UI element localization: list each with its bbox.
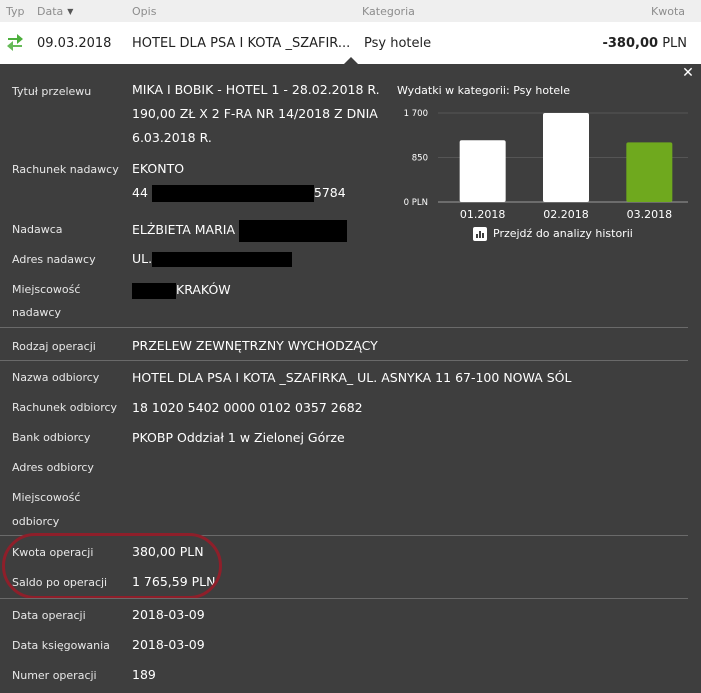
transaction-description: HOTEL DLA PSA I KOTA _SZAFIR...: [132, 36, 351, 51]
label-tytul: Tytuł przelewu: [12, 85, 92, 98]
transaction-details-panel: ✕ Tytuł przelewu MIKA I BOBIK - HOTEL 1 …: [0, 64, 701, 693]
transaction-currency: PLN: [662, 36, 687, 51]
value-rachunek-nadawcy: EKONTO 44 5784: [132, 157, 346, 205]
account-suffix: 5784: [313, 185, 346, 200]
redacted-block: [152, 252, 293, 267]
highlight-ellipse: [2, 533, 222, 599]
value-miejscowosc-nadawcy: KRAKÓW: [132, 278, 231, 302]
value-tytul-line1: MIKA I BOBIK - HOTEL 1 - 28.02.2018 R.: [132, 82, 380, 97]
label-miejscowosc-nadawcy-1: Miejscowość: [12, 283, 81, 296]
label-nadawca: Nadawca: [12, 223, 63, 236]
bar-01.2018[interactable]: [459, 140, 506, 202]
bar-chart-icon: [473, 227, 487, 241]
label-nazwa-odbiorcy: Nazwa odbiorcy: [12, 371, 100, 384]
label-rodzaj: Rodzaj operacji: [12, 340, 96, 353]
label-numer-operacji: Numer operacji: [12, 669, 97, 682]
value-miejscowosc-nadawcy-text: KRAKÓW: [176, 282, 231, 297]
history-analysis-link[interactable]: Przejdź do analizy historii: [473, 227, 633, 241]
divider: [0, 327, 688, 328]
label-adres-nadawcy: Adres nadawcy: [12, 253, 96, 266]
close-icon[interactable]: ✕: [681, 66, 695, 80]
spending-chart: 1 700 850 0 PLN 01.2018 02.2018 03.2018: [404, 109, 688, 221]
table-header: Typ Data ▼ Opis Kategoria Kwota: [0, 0, 701, 22]
redacted-block: [239, 219, 348, 242]
y-tick-label: 850: [412, 154, 428, 164]
bar-03.2018[interactable]: [626, 142, 673, 202]
value-rachunek-nadawcy-line2: 44 5784: [132, 181, 346, 205]
header-data[interactable]: Data ▼: [37, 5, 73, 18]
value-rachunek-nadawcy-line1: EKONTO: [132, 161, 185, 176]
header-typ[interactable]: Typ: [6, 5, 25, 18]
label-rachunek-odbiorcy: Rachunek odbiorcy: [12, 401, 118, 414]
value-nazwa-odbiorcy: HOTEL DLA PSA I KOTA _SZAFIRKA_ UL. ASNY…: [132, 370, 572, 385]
value-data-operacji: 2018-03-09: [132, 607, 205, 622]
y-tick-label: 1 700: [404, 109, 428, 119]
transfer-arrows-icon: [7, 34, 23, 51]
label-miejscowosc-odbiorcy-2: odbiorcy: [12, 515, 60, 528]
label-data-operacji: Data operacji: [12, 609, 86, 622]
x-tick-label: 01.2018: [460, 208, 506, 221]
label-miejscowosc-odbiorcy-1: Miejscowość: [12, 491, 81, 504]
label-bank-odbiorcy: Bank odbiorcy: [12, 431, 91, 444]
transaction-category[interactable]: Psy hotele: [364, 36, 431, 51]
value-adres-nadawcy-text: UL.: [132, 251, 153, 266]
bar-02.2018[interactable]: [543, 113, 589, 202]
value-bank-odbiorcy: PKOBP Oddział 1 w Zielonej Górze: [132, 430, 345, 445]
header-opis[interactable]: Opis: [132, 5, 156, 18]
account-prefix: 44: [132, 185, 148, 200]
sort-down-icon: ▼: [67, 7, 74, 16]
redacted-block: [132, 282, 176, 299]
history-analysis-link-label: Przejdź do analizy historii: [493, 227, 633, 240]
label-adres-odbiorcy: Adres odbiorcy: [12, 461, 94, 474]
value-tytul: MIKA I BOBIK - HOTEL 1 - 28.02.2018 R. 1…: [132, 78, 380, 150]
value-numer-operacji: 189: [132, 667, 156, 682]
header-kategoria[interactable]: Kategoria: [362, 5, 415, 18]
x-tick-label: 02.2018: [543, 208, 589, 221]
transaction-date: 09.03.2018: [37, 36, 112, 51]
value-nadawca: ELŻBIETA MARIA: [132, 218, 348, 242]
label-miejscowosc-nadawcy-2: nadawcy: [12, 306, 61, 319]
redacted-block: [151, 185, 314, 202]
chart-title-text: Wydatki w kategorii:: [397, 84, 510, 97]
transaction-row[interactable]: 09.03.2018 HOTEL DLA PSA I KOTA _SZAFIR.…: [0, 22, 701, 65]
y-tick-label: 0 PLN: [404, 198, 428, 208]
transaction-amount-value: -380,00: [602, 36, 659, 51]
divider: [0, 598, 688, 599]
label-rachunek-nadawcy: Rachunek nadawcy: [12, 163, 119, 176]
x-tick-label: 03.2018: [627, 208, 673, 221]
label-data-ksiegowania: Data księgowania: [12, 639, 110, 652]
value-data-ksiegowania: 2018-03-09: [132, 637, 205, 652]
header-data-label: Data: [37, 5, 64, 18]
transaction-amount: -380,00 PLN: [602, 36, 687, 51]
value-tytul-line3: 6.03.2018 R.: [132, 130, 212, 145]
value-rachunek-odbiorcy: 18 1020 5402 0000 0102 0357 2682: [132, 400, 363, 415]
header-kwota[interactable]: Kwota: [651, 5, 685, 18]
value-adres-nadawcy: UL.: [132, 247, 293, 271]
value-rodzaj: PRZELEW ZEWNĘTRZNY WYCHODZĄCY: [132, 338, 378, 353]
divider: [0, 360, 688, 361]
value-tytul-line2: 190,00 ZŁ X 2 F-RA NR 14/2018 Z DNIA: [132, 106, 378, 121]
chart-title: Wydatki w kategorii: Psy hotele: [397, 84, 570, 97]
chart-title-category: Psy hotele: [513, 84, 570, 97]
value-nadawca-text: ELŻBIETA MARIA: [132, 222, 236, 237]
